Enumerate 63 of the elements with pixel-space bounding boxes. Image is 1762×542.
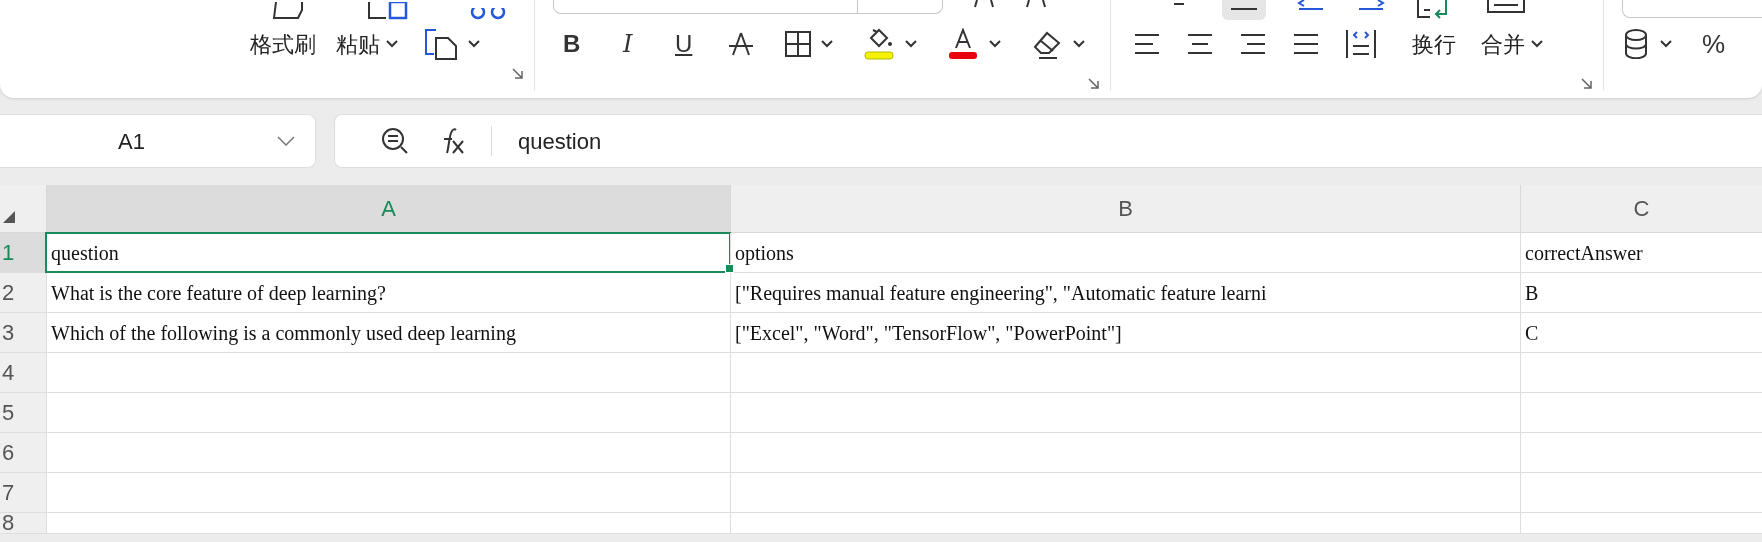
borders-icon[interactable] <box>784 31 811 57</box>
caret-icon[interactable] <box>1660 40 1672 48</box>
caret-icon[interactable] <box>820 40 833 48</box>
row-header[interactable]: 7 <box>0 473 46 512</box>
row-header[interactable]: 2 <box>0 273 46 312</box>
formula-bar[interactable]: question <box>334 114 1762 168</box>
strikethrough-icon[interactable] <box>726 31 755 57</box>
bold-button[interactable]: B <box>558 26 585 62</box>
align-right-icon[interactable] <box>1239 31 1268 57</box>
percent-button[interactable]: % <box>1702 24 1726 64</box>
dialog-launcher-icon[interactable] <box>511 68 524 80</box>
italic-button[interactable]: I <box>614 26 641 62</box>
wrap-text-button[interactable]: 换行 <box>1412 27 1457 61</box>
caret-icon[interactable] <box>468 40 480 48</box>
table-cell-text: B <box>1525 280 1539 306</box>
chevron-down-icon[interactable] <box>277 136 295 146</box>
column-header[interactable]: B <box>730 185 1520 232</box>
name-box[interactable]: A1 <box>0 114 316 168</box>
caret-icon[interactable] <box>988 40 1001 48</box>
paste-icon[interactable] <box>368 2 410 20</box>
format-painter-button[interactable]: 格式刷 <box>250 27 316 61</box>
font-size-up-icon[interactable] <box>972 0 995 8</box>
indent-increase-icon[interactable] <box>1356 0 1387 10</box>
copy-icon[interactable] <box>424 28 460 60</box>
select-all-icon[interactable] <box>2 210 16 224</box>
fill-handle[interactable] <box>725 264 734 273</box>
caret-icon[interactable] <box>386 40 398 48</box>
table-cell-text: ["Excel", "Word", "TensorFlow", "PowerPoint"] <box>735 320 1122 346</box>
zoom-out-icon[interactable] <box>381 127 409 155</box>
active-cell[interactable]: question <box>46 233 730 272</box>
table-cell-text: correctAnswer <box>1525 240 1643 266</box>
font-size-down-icon[interactable] <box>1024 0 1047 8</box>
justify-icon[interactable] <box>1292 31 1321 57</box>
dialog-launcher-icon[interactable] <box>1088 78 1101 90</box>
table-cell-text: ["Requires manual feature engineering", "Automatic feature learni <box>735 280 1267 307</box>
align-left-icon[interactable] <box>1133 31 1162 57</box>
row-header[interactable]: 6 <box>0 433 46 472</box>
distributed-align-icon[interactable] <box>1345 28 1378 60</box>
merge-button[interactable]: 合并 <box>1481 27 1526 61</box>
row-header[interactable]: 3 <box>0 313 46 352</box>
merge-cells-icon[interactable] <box>1486 0 1527 14</box>
font-name-field[interactable] <box>552 0 943 14</box>
formula-text: question <box>518 127 602 156</box>
align-middle-icon[interactable] <box>1222 0 1267 20</box>
row-header[interactable]: 8 <box>0 513 46 533</box>
table-cell-text: C <box>1525 320 1539 346</box>
database-icon[interactable] <box>1624 29 1648 59</box>
table-cell-text: Which of the following is a commonly used deep learning <box>51 320 516 347</box>
caret-icon[interactable] <box>904 40 917 48</box>
underline-button[interactable]: U <box>670 26 697 62</box>
caret-icon[interactable] <box>1531 40 1544 48</box>
align-center-icon[interactable] <box>1186 31 1215 57</box>
table-cell-text: What is the core feature of deep learning? <box>51 280 386 307</box>
dialog-launcher-icon[interactable] <box>1581 78 1593 90</box>
number-format-field[interactable] <box>1622 0 1762 18</box>
caret-icon[interactable] <box>1072 40 1085 48</box>
font-color-icon[interactable] <box>946 28 979 60</box>
column-header[interactable]: C <box>1520 185 1762 232</box>
fill-color-icon[interactable] <box>862 28 895 60</box>
row-header[interactable]: 4 <box>0 353 46 392</box>
row-header[interactable]: 5 <box>0 393 46 432</box>
paste-button[interactable]: 粘贴 <box>336 27 380 61</box>
table-cell-text: options <box>735 240 794 267</box>
